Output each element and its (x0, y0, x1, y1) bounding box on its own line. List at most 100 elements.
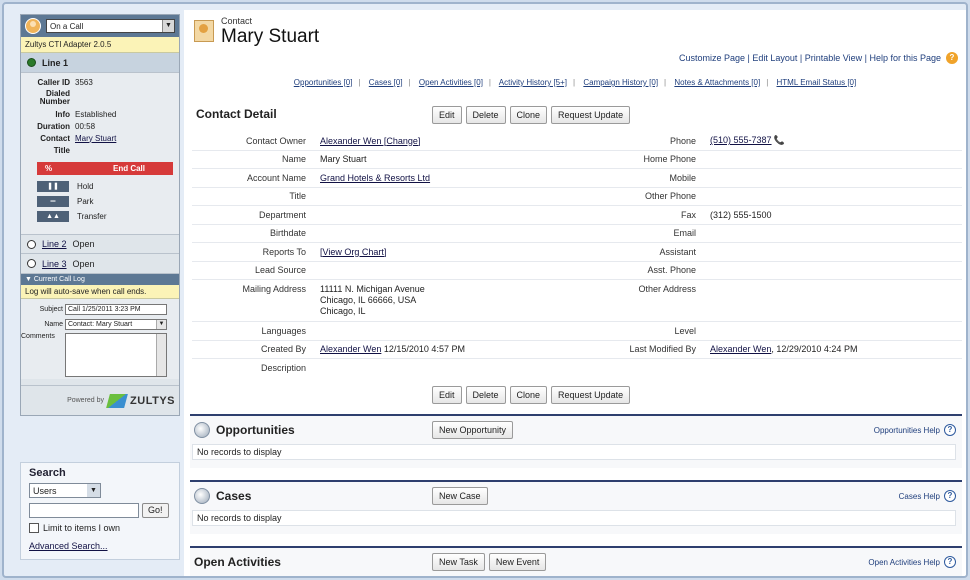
link-open-activities[interactable]: Open Activities [0] (419, 78, 483, 87)
link-html-email-status[interactable]: HTML Email Status [0] (777, 78, 857, 87)
line-2-radio[interactable] (27, 239, 36, 249)
cti-adapter-panel: On a Call ▼ Zultys CTI Adapter 2.0.5 Lin… (20, 14, 180, 416)
call-status-select[interactable]: On a Call ▼ (46, 19, 175, 33)
new-case-button[interactable]: New Case (432, 487, 488, 505)
help-icon[interactable]: ? (946, 52, 958, 64)
hold-button[interactable]: ❚❚ Hold (37, 179, 179, 194)
related-list-links: Opportunities [0] | Cases [0] | Open Activ… (293, 78, 857, 87)
name-row: Name Contact: Mary Stuart ▼ (21, 317, 179, 331)
clone-button[interactable]: Clone (509, 106, 548, 124)
line-1[interactable]: Line 1 (21, 53, 179, 73)
request-update-button[interactable]: Request Update (551, 386, 631, 404)
open-activities-section: Open Activities New Task New Event Open … (190, 546, 962, 576)
search-scope-select[interactable]: Users ▼ (29, 483, 101, 498)
view-org-chart-link[interactable]: [View Org Chart] (320, 247, 386, 257)
transfer-button[interactable]: ▲▲ Transfer (37, 209, 179, 224)
detail-row: Description (260, 363, 306, 374)
opportunities-icon (194, 422, 210, 438)
app-frame: On a Call ▼ Zultys CTI Adapter 2.0.5 Lin… (2, 2, 968, 578)
open-activities-help[interactable]: Open Activities Help ? (868, 556, 956, 568)
comments-scrollbar[interactable] (156, 334, 166, 376)
line-3-link[interactable]: Line 3 (42, 259, 67, 269)
help-icon[interactable]: ? (944, 490, 956, 502)
delete-button[interactable]: Delete (465, 386, 506, 404)
detail-row: Birthdate Email (192, 225, 962, 243)
detail-row: Contact Owner Alexander Wen [Change] Pho… (192, 132, 962, 151)
subject-row: Subject Call 1/25/2011 3:23 PM (21, 302, 179, 316)
powered-by: Powered by ZULTYS (21, 385, 179, 415)
sidebar: On a Call ▼ Zultys CTI Adapter 2.0.5 Lin… (20, 14, 180, 416)
clone-button[interactable]: Clone (509, 386, 548, 404)
autosave-notice: Log will auto-save when call ends. (21, 285, 179, 299)
cases-icon (194, 488, 210, 504)
pause-icon: ❚❚ (37, 181, 69, 192)
line-3[interactable]: Line 3 Open (21, 254, 179, 274)
detail-row: Name Mary Stuart Home Phone (192, 151, 962, 169)
detail-buttons-bottom: Edit Delete Clone Request Update (432, 386, 631, 404)
end-call-button[interactable]: % End Call (37, 162, 173, 175)
page-links[interactable]: Customize Page | Edit Layout | Printable… (679, 52, 958, 64)
line-3-radio[interactable] (27, 259, 36, 268)
account-name-link[interactable]: Grand Hotels & Resorts Ltd (320, 173, 430, 183)
name-select[interactable]: Contact: Mary Stuart ▼ (65, 318, 167, 330)
line-1-radio[interactable] (27, 58, 36, 67)
link-campaign-history[interactable]: Campaign History [0] (583, 78, 658, 87)
limit-to-own[interactable]: Limit to items I own (29, 523, 171, 533)
caller-id-row: Caller ID 3563 (37, 77, 93, 87)
main-content: Contact Mary Stuart Customize Page | Edi… (184, 10, 966, 576)
help-icon[interactable]: ? (944, 556, 956, 568)
link-cases[interactable]: Cases [0] (369, 78, 403, 87)
help-icon[interactable]: ? (944, 424, 956, 436)
open-activities-title: Open Activities (194, 555, 281, 569)
call-log-form: Subject Call 1/25/2011 3:23 PM Name Cont… (21, 299, 179, 379)
go-button[interactable]: Go! (142, 503, 169, 518)
line-2-status: Open (72, 239, 95, 249)
request-update-button[interactable]: Request Update (551, 106, 631, 124)
cti-header: On a Call ▼ (21, 15, 179, 37)
call-info: Caller ID 3563 Dialed Number Info Establ… (21, 73, 179, 234)
mailing-address-row: Mailing Address 11111 N. Michigan Avenue… (192, 280, 962, 322)
new-opportunity-button[interactable]: New Opportunity (432, 421, 514, 439)
delete-button[interactable]: Delete (465, 106, 506, 124)
cases-help[interactable]: Cases Help ? (899, 490, 956, 502)
created-by-link[interactable]: Alexander Wen (320, 344, 381, 354)
call-log-header[interactable]: ▼ Current Call Log (21, 274, 179, 285)
chevron-down-icon: ▼ (156, 319, 166, 329)
advanced-search-link[interactable]: Advanced Search... (29, 541, 171, 551)
phone-link[interactable]: (510) 555-7387 (710, 135, 772, 145)
link-activity-history[interactable]: Activity History [5+] (499, 78, 567, 87)
park-button[interactable]: ═ Park (37, 194, 179, 209)
link-opportunities[interactable]: Opportunities [0] (294, 78, 353, 87)
dialed-number-row: Dialed Number (39, 89, 70, 106)
last-modified-by-link[interactable]: Alexander Wen (710, 344, 771, 354)
link-notes-attachments[interactable]: Notes & Attachments [0] (674, 78, 760, 87)
new-event-button[interactable]: New Event (488, 553, 547, 571)
object-type: Contact (221, 16, 253, 26)
new-task-button[interactable]: New Task (432, 553, 485, 571)
contact-link[interactable]: Mary Stuart (75, 134, 116, 143)
detail-row: Department Fax (312) 555-1500 (192, 206, 962, 225)
edit-button[interactable]: Edit (432, 106, 462, 124)
title-row: Title (53, 145, 70, 155)
opportunities-section: Opportunities New Opportunity Opportunit… (190, 414, 962, 468)
mailing-address: 11111 N. Michigan Avenue Chicago, IL 666… (320, 284, 425, 316)
line-2-link[interactable]: Line 2 (42, 239, 67, 249)
search-input[interactable] (29, 503, 139, 518)
contact-owner-link[interactable]: Alexander Wen [Change] (320, 136, 420, 146)
chevron-down-icon: ▼ (162, 20, 174, 32)
zultys-logo-icon (106, 393, 128, 408)
chevron-down-icon: ▼ (87, 484, 100, 497)
transfer-icon: ▲▲ (37, 211, 69, 222)
opportunities-help[interactable]: Opportunities Help ? (874, 424, 956, 436)
phone-icon[interactable]: 📞 (774, 135, 785, 145)
limit-checkbox[interactable] (29, 523, 39, 533)
duration-row: Duration 00:58 (37, 121, 96, 131)
contact-icon (194, 20, 214, 42)
detail-row: Languages Level (192, 322, 962, 341)
edit-button[interactable]: Edit (432, 386, 462, 404)
subject-input[interactable]: Call 1/25/2011 3:23 PM (65, 303, 167, 315)
contact-row: Contact Mary Stuart (40, 133, 117, 143)
line-2[interactable]: Line 2 Open (21, 234, 179, 254)
comments-textarea[interactable] (65, 333, 167, 377)
park-icon: ═ (37, 196, 69, 207)
